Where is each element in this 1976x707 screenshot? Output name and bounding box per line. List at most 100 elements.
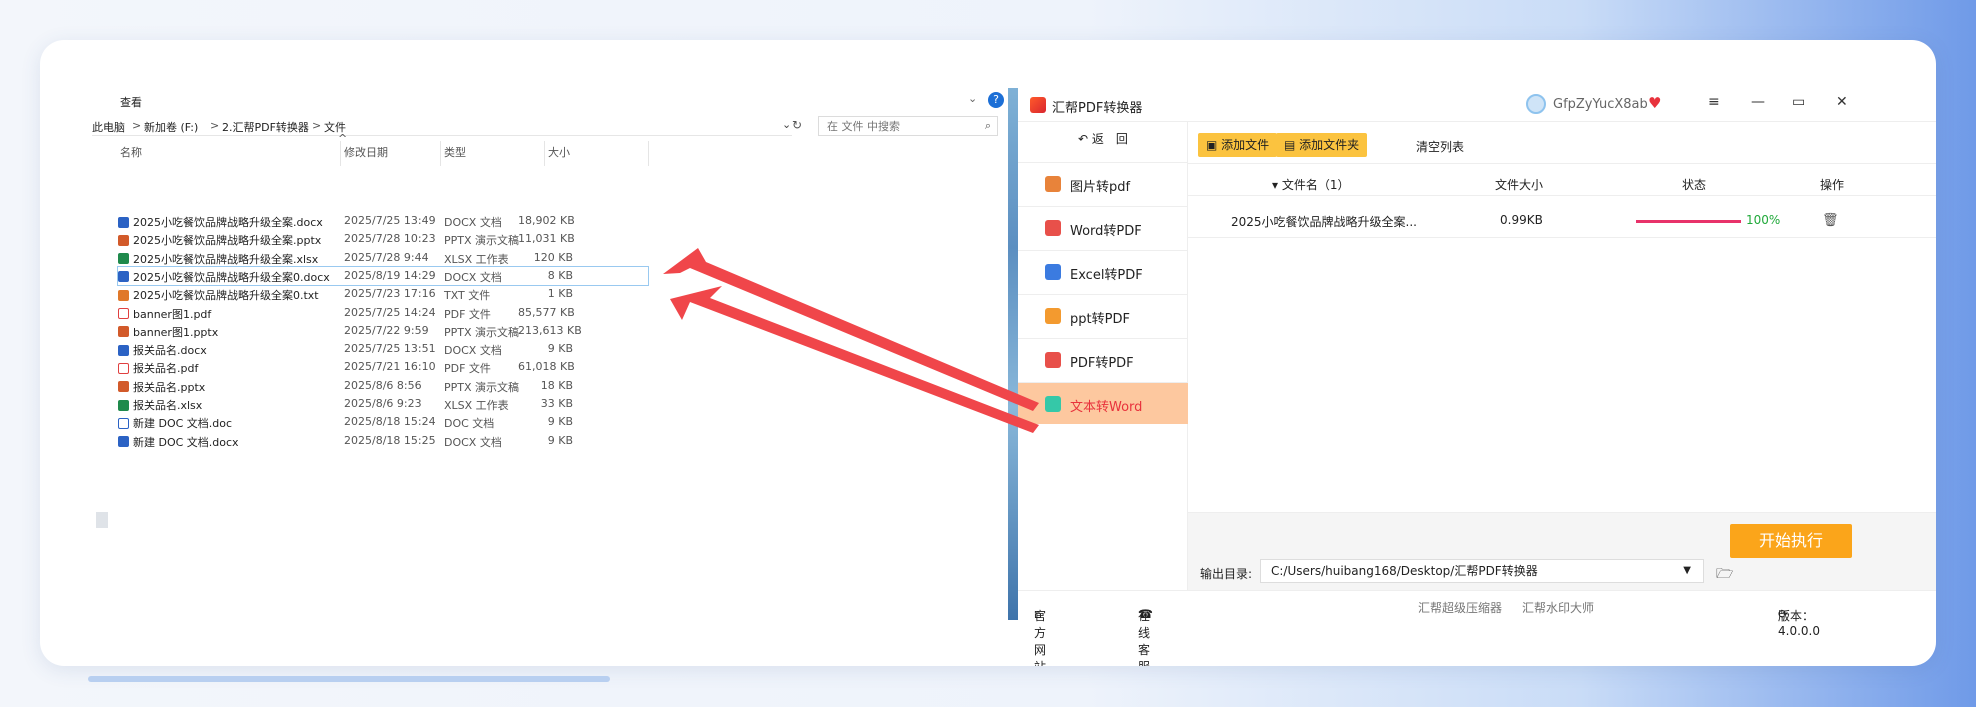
file-name: 2025小吃餐饮品牌战略升级全案0.txt bbox=[118, 287, 319, 303]
sidebar-item-1[interactable]: Word转PDF bbox=[1018, 206, 1188, 248]
column-header-size[interactable]: 大小 bbox=[548, 144, 570, 166]
column-header-name[interactable]: 名称 bbox=[120, 144, 142, 166]
chevron-down-icon[interactable]: ⌄ bbox=[968, 92, 977, 105]
table-row[interactable]: 新建 DOC 文档.docx 2025/8/18 15:25 DOCX 文档 9 KB bbox=[118, 432, 648, 450]
column-divider[interactable] bbox=[440, 141, 441, 166]
back-arrow-icon: ↶ bbox=[1078, 132, 1092, 146]
add-file-button[interactable]: ▣ 添加文件 bbox=[1198, 133, 1278, 157]
file-date: 2025/7/25 13:51 bbox=[344, 342, 436, 356]
file-type: DOCX 文档 bbox=[444, 435, 502, 449]
column-header-date[interactable]: 修改日期 bbox=[344, 144, 388, 166]
table-row[interactable]: banner图1.pptx 2025/7/22 9:59 PPTX 演示文稿 213,… bbox=[118, 322, 648, 340]
table-row[interactable]: 新建 DOC 文档.doc 2025/8/18 15:24 DOC 文档 9 KB bbox=[118, 413, 648, 431]
explorer-menu-bar: 查看 ⌄ ? bbox=[88, 92, 1004, 110]
xlsx-file-icon bbox=[118, 253, 129, 265]
open-folder-icon[interactable]: 🗁 bbox=[1716, 563, 1733, 587]
delete-icon[interactable]: 🗑 bbox=[1822, 213, 1839, 228]
header-filesize: 文件大小 bbox=[1495, 178, 1544, 192]
page-scrollbar[interactable] bbox=[88, 676, 610, 682]
address-bar[interactable]: 此电脑 > 新加卷 (F:) > 2.汇帮PDF转换器 > 文件 ⌄ bbox=[92, 116, 792, 136]
table-row[interactable]: 2025小吃餐饮品牌战略升级全案0.docx 2025/8/19 14:29 DOC… bbox=[117, 265, 649, 286]
docx-file-icon bbox=[118, 271, 129, 283]
file-name: banner图1.pptx bbox=[118, 324, 218, 340]
header-action: 操作 bbox=[1820, 178, 1845, 192]
nav-type-icon bbox=[1045, 176, 1061, 192]
file-type: PPTX 演示文稿 bbox=[444, 380, 520, 394]
menu-icon[interactable]: ≡ bbox=[1708, 94, 1720, 110]
caret-down-icon: ▼ bbox=[1683, 565, 1691, 576]
maximize-icon[interactable]: ▭ bbox=[1792, 94, 1805, 110]
table-row[interactable]: 2025小吃餐饮品牌战略升级全案.xlsx 2025/7/28 9:44 XLSX … bbox=[118, 249, 648, 267]
menu-view[interactable]: 查看 bbox=[120, 94, 142, 110]
file-name: banner图1.pdf bbox=[118, 306, 211, 322]
file-date: 2025/7/25 13:49 bbox=[344, 214, 436, 227]
app-title: 汇帮PDF转换器 bbox=[1052, 101, 1143, 116]
output-dir-label: 输出目录: bbox=[1200, 567, 1253, 581]
header-filename[interactable]: ▾ 文件名（1） bbox=[1272, 176, 1349, 193]
help-icon[interactable]: ? bbox=[988, 92, 1004, 108]
file-type: XLSX 工作表 bbox=[444, 399, 509, 412]
table-row[interactable]: 2025小吃餐饮品牌战略升级全案.docx 2025/7/25 13:49 DOCX… bbox=[118, 212, 648, 230]
app-footer: ⌂ 官方网站 ☎ 在线客服 汇帮超级压缩器 汇帮水印大师 ⟳ 版本：4.0.0.… bbox=[1018, 590, 1936, 666]
sidebar-item-2[interactable]: Excel转PDF bbox=[1018, 250, 1188, 292]
back-button[interactable]: ↶ 返 回 bbox=[1078, 130, 1128, 147]
start-button[interactable]: 开始执行 bbox=[1730, 524, 1852, 558]
table-row[interactable]: 2025小吃餐饮品牌战略升级全案0.txt 2025/7/23 17:16 TXT … bbox=[118, 285, 648, 303]
scroll-indicator[interactable] bbox=[96, 512, 108, 528]
file-name: 2025小吃餐饮品牌战略升级全案.pptx bbox=[118, 232, 321, 248]
file-size: 61,018 KB bbox=[518, 360, 575, 374]
nav-type-icon bbox=[1045, 352, 1061, 368]
column-header-type[interactable]: 类型 bbox=[444, 144, 466, 166]
breadcrumb-separator: > bbox=[132, 119, 142, 132]
address-dropdown-icon[interactable]: ⌄ bbox=[782, 118, 791, 131]
avatar[interactable] bbox=[1526, 94, 1546, 114]
table-row[interactable]: 报关品名.pptx 2025/8/6 8:56 PPTX 演示文稿 18 KB bbox=[118, 377, 648, 395]
watermark-link[interactable]: 汇帮水印大师 bbox=[1522, 599, 1594, 616]
table-row[interactable]: 报关品名.xlsx 2025/8/6 9:23 XLSX 工作表 33 KB bbox=[118, 395, 648, 413]
add-folder-button[interactable]: ▤ 添加文件夹 bbox=[1276, 133, 1368, 157]
sidebar-item-label: Excel转PDF bbox=[1070, 268, 1143, 283]
refresh-icon[interactable]: ↻ bbox=[792, 118, 802, 132]
breadcrumb-drive[interactable]: 新加卷 (F:) bbox=[144, 119, 198, 135]
breadcrumb-separator: > bbox=[312, 119, 322, 132]
file-explorer-window: 查看 ⌄ ? 此电脑 > 新加卷 (F:) > 2.汇帮PDF转换器 > 文件 … bbox=[88, 88, 1004, 620]
file-size: 18,902 KB bbox=[518, 214, 575, 227]
search-input[interactable] bbox=[819, 117, 969, 135]
file-type: PDF 文件 bbox=[444, 307, 491, 321]
breadcrumb-separator: > bbox=[210, 119, 220, 132]
breadcrumb-this-pc[interactable]: 此电脑 bbox=[92, 119, 125, 135]
column-divider[interactable] bbox=[648, 141, 649, 166]
sidebar-item-0[interactable]: 图片转pdf bbox=[1018, 162, 1188, 204]
table-row[interactable]: 报关品名.docx 2025/7/25 13:51 DOCX 文档 9 KB bbox=[118, 340, 648, 358]
table-row[interactable]: 报关品名.pdf 2025/7/21 16:10 PDF 文件 61,018 KB bbox=[118, 358, 648, 376]
table-row[interactable]: banner图1.pdf 2025/7/25 14:24 PDF 文件 85,577 … bbox=[118, 304, 648, 322]
file-size: 9 KB bbox=[547, 415, 573, 429]
file-size: 18 KB bbox=[540, 378, 573, 392]
sidebar-item-3[interactable]: ppt转PDF bbox=[1018, 294, 1188, 336]
table-row[interactable]: 2025小吃餐饮品牌战略升级全案... 0.99KB 100% 🗑 bbox=[1188, 202, 1936, 238]
task-table-header: ▾ 文件名（1） 文件大小 状态 操作 bbox=[1188, 170, 1936, 196]
file-date: 2025/7/23 17:16 bbox=[344, 287, 436, 301]
toolbar: ▣ 添加文件 ▤ 添加文件夹 清空列表 bbox=[1188, 122, 1936, 164]
file-type: PPTX 演示文稿 bbox=[444, 325, 520, 339]
column-divider[interactable] bbox=[340, 141, 341, 166]
output-dir-select[interactable]: C:/Users/huibang168/Desktop/汇帮PDF转换器 ▼ bbox=[1260, 559, 1704, 583]
sidebar-item-4[interactable]: PDF转PDF bbox=[1018, 338, 1188, 380]
close-icon[interactable]: ✕ bbox=[1836, 94, 1848, 110]
username[interactable]: GfpZyYucX8ab bbox=[1553, 97, 1648, 112]
breadcrumb-folder[interactable]: 2.汇帮PDF转换器 bbox=[222, 119, 309, 135]
vip-heart-icon[interactable]: ♥ bbox=[1648, 94, 1661, 112]
output-panel: 开始执行 输出目录: C:/Users/huibang168/Desktop/汇… bbox=[1188, 512, 1936, 590]
file-name: 报关品名.pptx bbox=[118, 379, 205, 395]
search-box[interactable]: ⌕ bbox=[818, 116, 998, 136]
minimize-icon[interactable]: — bbox=[1751, 94, 1765, 110]
sidebar-item-5[interactable]: 文本转Word bbox=[1018, 382, 1188, 424]
clear-list-button[interactable]: 清空列表 bbox=[1416, 138, 1464, 155]
compressor-link[interactable]: 汇帮超级压缩器 bbox=[1418, 599, 1502, 616]
column-divider[interactable] bbox=[544, 141, 545, 166]
progress-percent: 100% bbox=[1746, 213, 1781, 227]
add-file-label: 添加文件 bbox=[1221, 138, 1270, 152]
file-type: DOCX 文档 bbox=[444, 216, 502, 229]
table-row[interactable]: 2025小吃餐饮品牌战略升级全案.pptx 2025/7/28 10:23 PPTX… bbox=[118, 230, 648, 248]
file-size: 9 KB bbox=[547, 342, 573, 356]
